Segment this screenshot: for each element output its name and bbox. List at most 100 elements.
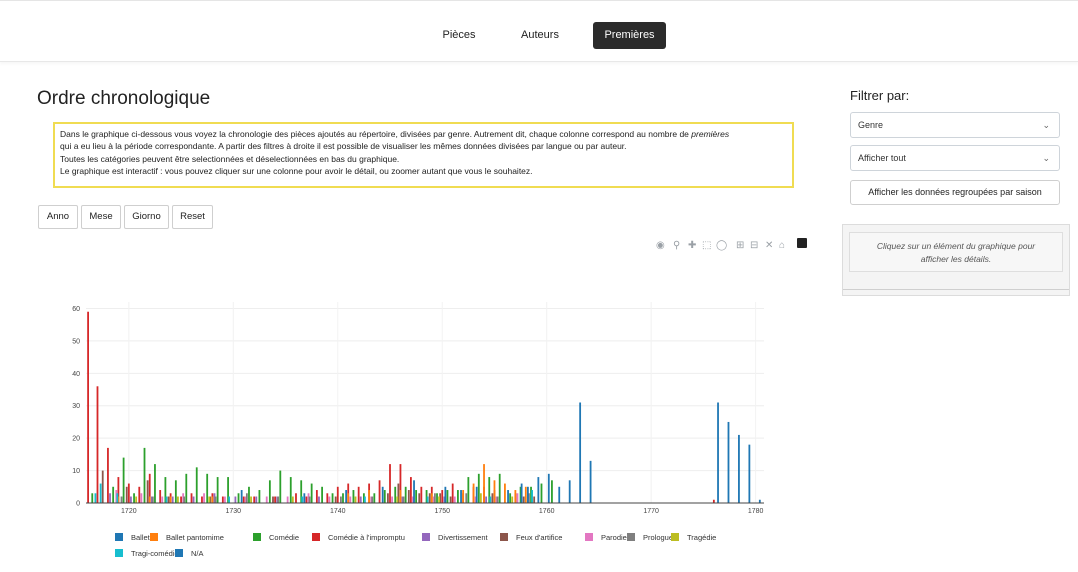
filter-select-value[interactable]: Afficher tout ⌄ [850, 145, 1060, 171]
bar-ballet-pantomime[interactable] [493, 480, 496, 503]
bar-divertissement[interactable] [171, 496, 174, 503]
plotly-logo-icon[interactable] [797, 238, 807, 248]
bar-tragi-com-die[interactable] [531, 490, 533, 503]
box-select-icon[interactable]: ⬚ [702, 240, 711, 252]
bar-tragi-com-die[interactable] [94, 493, 97, 503]
bar-ballet-pantomime[interactable] [368, 490, 371, 503]
legend-item[interactable]: Comédie à l'impromptu [312, 533, 405, 542]
bar-parodie[interactable] [161, 496, 164, 503]
bar-com-die[interactable] [279, 470, 282, 503]
bar-tragi-com-die[interactable] [426, 496, 429, 503]
bar-com-die[interactable] [352, 490, 355, 503]
bar-parodie[interactable] [286, 496, 289, 503]
bar-ballet[interactable] [717, 402, 719, 504]
bar-feux-d-artifice[interactable] [428, 493, 431, 503]
zoom-reset-button[interactable]: Reset [172, 205, 213, 229]
bar-com-die[interactable] [467, 477, 470, 503]
bar-com-die[interactable] [509, 493, 512, 503]
bar-ballet[interactable] [520, 483, 523, 503]
bar-com-die-l-impromptu[interactable] [107, 447, 109, 503]
bar-ballet[interactable] [748, 444, 751, 503]
bar-com-die[interactable] [551, 480, 553, 503]
bar-com-die[interactable] [195, 467, 198, 503]
bar-com-die-l-impromptu[interactable] [253, 496, 256, 503]
bar-tragi-com-die[interactable] [116, 493, 119, 503]
bar-divertissement[interactable] [318, 496, 320, 503]
bar-ballet[interactable] [727, 421, 730, 503]
bar-tragi-com-die[interactable] [489, 496, 492, 503]
legend-item[interactable]: Feux d'artifice [500, 533, 562, 542]
bar-prologue[interactable] [434, 493, 436, 503]
legend-item[interactable]: Comédie [253, 533, 299, 542]
bar-com-die[interactable] [415, 490, 418, 503]
bar-trag-die[interactable] [291, 496, 294, 503]
zoom-day-button[interactable]: Giorno [124, 205, 169, 229]
bar-com-die[interactable] [373, 493, 376, 503]
bar-tragi-com-die[interactable] [364, 496, 366, 503]
bar-com-die-l-impromptu[interactable] [357, 486, 360, 503]
bar-com-die[interactable] [237, 493, 240, 503]
bar-parodie[interactable] [140, 493, 143, 503]
bar-com-die[interactable] [540, 483, 543, 503]
bar-trag-die[interactable] [354, 496, 357, 503]
bar-ballet[interactable] [240, 490, 243, 503]
bar-com-die-l-impromptu[interactable] [221, 496, 224, 503]
bar-ballet-pantomime[interactable] [514, 490, 517, 503]
bar-trag-die[interactable] [177, 496, 179, 503]
bar-feux-d-artifice[interactable] [407, 490, 410, 503]
bar-com-die[interactable] [206, 473, 209, 503]
bar-tragi-com-die[interactable] [165, 496, 168, 503]
bar-ballet[interactable] [738, 434, 740, 503]
bar-ballet-pantomime[interactable] [462, 490, 465, 503]
legend-item[interactable]: Ballet pantomime [150, 533, 224, 542]
nav-tab-pieces[interactable]: Pièces [432, 22, 486, 49]
bar-ballet[interactable] [413, 480, 415, 503]
bar-com-die[interactable] [498, 473, 501, 503]
bar-feux-d-artifice[interactable] [491, 493, 494, 503]
bar-prologue[interactable] [183, 496, 186, 503]
bar-com-die-l-impromptu[interactable] [127, 483, 130, 503]
home-icon[interactable]: ⌂ [779, 240, 785, 252]
bar-com-die[interactable] [383, 490, 386, 503]
bar-feux-d-artifice[interactable] [125, 486, 128, 503]
bar-ballet[interactable] [558, 486, 561, 503]
bar-ballet-pantomime[interactable] [472, 483, 475, 503]
bar-com-die-l-impromptu[interactable] [409, 477, 412, 503]
bar-feux-d-artifice[interactable] [334, 496, 337, 503]
bar-feux-d-artifice[interactable] [449, 496, 452, 503]
bar-ballet[interactable] [303, 493, 306, 503]
legend-item[interactable]: Parodie [585, 533, 627, 542]
group-by-season-button[interactable]: Afficher les données regroupées par sais… [850, 180, 1060, 205]
bar-com-die[interactable] [268, 480, 271, 503]
bar-com-die[interactable] [404, 486, 407, 503]
bar-com-die-l-impromptu[interactable] [96, 386, 99, 503]
bar-divertissement[interactable] [130, 496, 132, 503]
legend-item[interactable]: Prologue [627, 533, 673, 542]
bar-com-die[interactable] [436, 493, 438, 503]
bar-ballet-pantomime[interactable] [211, 496, 214, 503]
bar-ballet[interactable] [589, 460, 592, 503]
bar-trag-die[interactable] [511, 496, 514, 503]
bar-prologue[interactable] [120, 496, 123, 503]
bar-com-die-l-impromptu[interactable] [274, 496, 276, 503]
bar-com-die[interactable] [321, 486, 323, 503]
bar-trag-die[interactable] [135, 496, 138, 503]
bar-com-die[interactable] [477, 473, 480, 503]
bar-com-die-l-impromptu[interactable] [315, 490, 318, 503]
bar-trag-die[interactable] [396, 496, 399, 503]
bar-parodie[interactable] [224, 496, 226, 503]
bar-prologue[interactable] [402, 496, 405, 503]
bar-com-die[interactable] [112, 486, 115, 503]
nav-tab-auteurs[interactable]: Auteurs [510, 22, 570, 49]
bar-prologue[interactable] [371, 496, 374, 503]
bar-ballet-pantomime[interactable] [430, 493, 433, 503]
bar-divertissement[interactable] [359, 496, 362, 503]
bar-trag-die[interactable] [438, 496, 441, 503]
bar-com-die[interactable] [310, 483, 313, 503]
bar-com-die-l-impromptu[interactable] [180, 496, 182, 503]
bar-prologue[interactable] [465, 493, 468, 503]
bar-parodie[interactable] [328, 496, 331, 503]
bar-com-die[interactable] [91, 493, 94, 503]
bar-ballet[interactable] [568, 480, 571, 503]
bar-feux-d-artifice[interactable] [146, 480, 149, 503]
